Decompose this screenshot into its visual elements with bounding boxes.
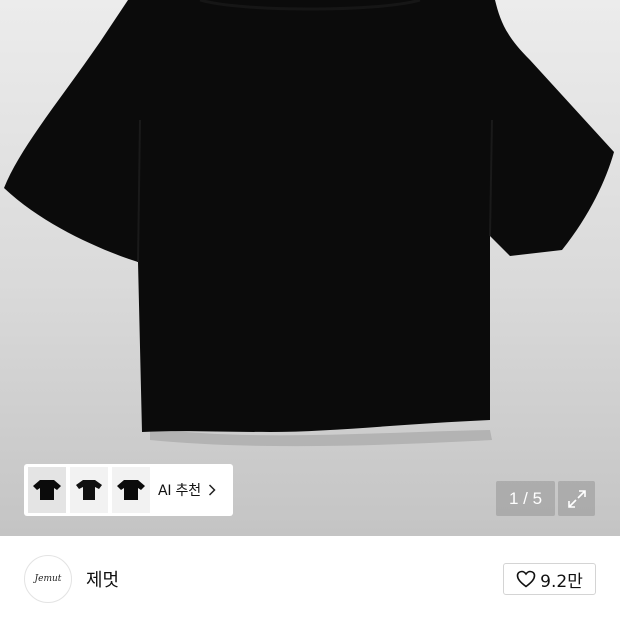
brand-name[interactable]: 제멋 [86, 566, 119, 592]
brand-logo-text: Jemut [34, 574, 62, 584]
image-page-counter: 1 / 5 [496, 481, 555, 516]
expand-icon [567, 489, 586, 508]
chevron-right-icon [208, 484, 216, 496]
tshirt-thumbnail-icon [117, 480, 145, 500]
ai-recommend-label: AI 추천 [158, 483, 201, 499]
ai-recommend-button[interactable]: AI 추천 [24, 464, 233, 516]
like-button[interactable]: 9.2만 [503, 563, 596, 595]
tshirt-thumbnail-icon [76, 480, 102, 500]
expand-image-button[interactable] [558, 481, 595, 516]
like-count: 9.2만 [540, 571, 583, 592]
recommend-thumbnail[interactable] [70, 467, 108, 513]
heart-outline-icon [516, 570, 536, 588]
recommend-thumbnail[interactable] [28, 467, 66, 513]
black-tshirt-illustration [4, 0, 614, 447]
brand-logo[interactable]: Jemut [24, 555, 72, 603]
tshirt-thumbnail-icon [33, 480, 61, 500]
recommend-thumbnail[interactable] [112, 467, 150, 513]
product-image[interactable] [0, 0, 620, 536]
